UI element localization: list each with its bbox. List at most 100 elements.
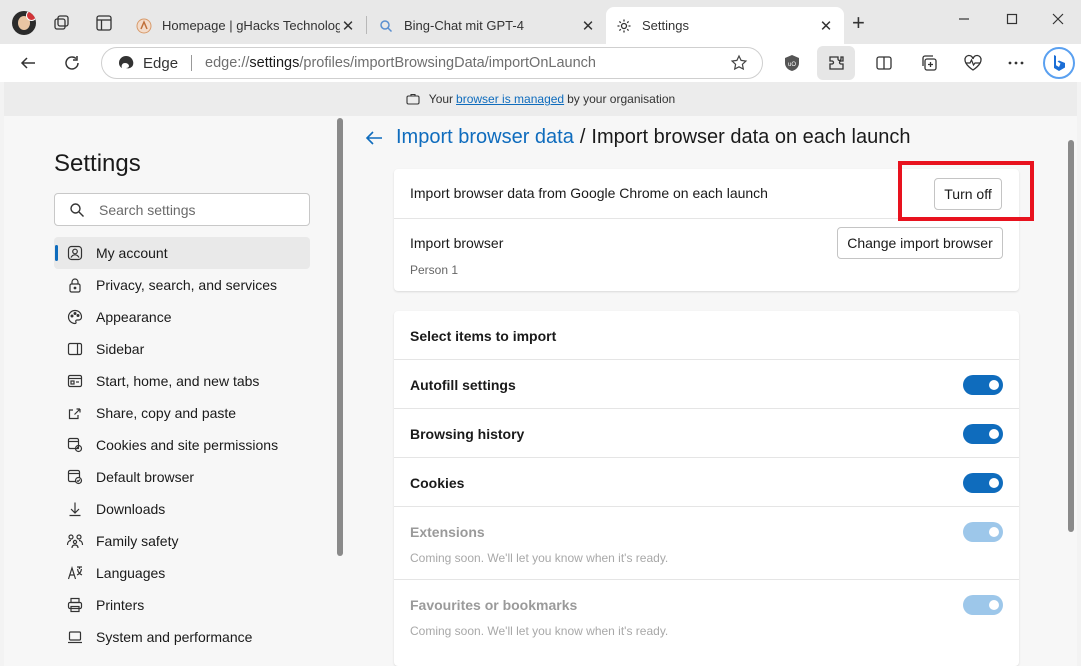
sidebar-item-label: Printers <box>96 597 145 613</box>
minimize-icon[interactable] <box>953 8 975 30</box>
sidebar-item-label: Share, copy and paste <box>96 405 237 421</box>
tab-bing-chat[interactable]: Bing-Chat mit GPT-4 ✕ <box>368 7 606 44</box>
sidebar-scroll-thumb[interactable] <box>337 118 343 556</box>
sidebar-item-label: Appearance <box>96 309 172 325</box>
printer-icon <box>66 596 84 614</box>
account-icon <box>66 244 84 262</box>
highlight-annotation <box>898 161 1034 221</box>
sidebar-item-label: Downloads <box>96 501 166 517</box>
managed-text-after: by your organisation <box>567 92 676 106</box>
briefcase-icon <box>406 93 420 105</box>
sidebar-item-family-safety[interactable]: Family safety <box>54 525 310 557</box>
import-item-label: Extensions <box>410 524 485 540</box>
cookies-icon <box>66 436 84 454</box>
edge-label: Edge <box>143 54 179 72</box>
browsing-history-toggle[interactable] <box>963 424 1003 444</box>
import-item-label: Autofill settings <box>410 377 516 393</box>
settings-main: Import browser data / Import browser dat… <box>344 116 1077 666</box>
split-screen-icon[interactable] <box>874 53 894 73</box>
import-item-label: Browsing history <box>410 426 525 442</box>
edge-badge: Edge <box>118 55 178 72</box>
page-title: Settings <box>54 150 141 177</box>
sidebar-item-label: Privacy, search, and services <box>96 277 278 293</box>
select-items-title: Select items to import <box>410 328 557 344</box>
bing-logo-icon <box>1054 55 1065 71</box>
refresh-icon[interactable] <box>61 52 83 74</box>
import-item-label: Cookies <box>410 475 465 491</box>
tab-close-icon[interactable]: ✕ <box>340 17 356 35</box>
import-browser-value: Person 1 <box>410 263 459 277</box>
maximize-icon[interactable] <box>1001 8 1023 30</box>
browser-icon <box>66 468 84 486</box>
autofill-toggle[interactable] <box>963 375 1003 395</box>
tab-ghacks[interactable]: Homepage | gHacks Technology News ✕ <box>126 7 366 44</box>
tab-settings[interactable]: Settings ✕ <box>606 7 844 44</box>
import-browser-row: Import browser Person 1 Change import br… <box>394 219 1019 291</box>
sidebar-item-my-account[interactable]: My account <box>54 237 310 269</box>
download-icon <box>66 500 84 518</box>
managed-text-before: Your <box>428 92 454 106</box>
collections-icon[interactable] <box>919 53 939 73</box>
import-on-launch-label: Import browser data from Google Chrome o… <box>410 185 768 201</box>
search-settings-box[interactable] <box>54 193 310 226</box>
import-item-row: Autofill settings <box>394 360 1019 409</box>
ublock-shield-icon[interactable]: uO <box>782 53 802 73</box>
sidebar-item-start-home[interactable]: Start, home, and new tabs <box>54 365 310 397</box>
tab-close-icon[interactable]: ✕ <box>580 17 596 35</box>
url-scheme: edge:// <box>205 55 250 71</box>
languages-icon <box>66 564 84 582</box>
select-items-card: Select items to import Autofill settings… <box>394 311 1019 666</box>
sidebar-scrollbar[interactable] <box>336 116 344 666</box>
tab-close-icon[interactable]: ✕ <box>818 17 834 35</box>
sidebar-item-label: Languages <box>96 565 166 581</box>
search-input[interactable] <box>99 201 299 218</box>
browser-managed-link[interactable]: browser is managed <box>456 92 564 106</box>
back-arrow-icon[interactable] <box>364 128 384 148</box>
performance-heart-icon[interactable] <box>963 53 983 73</box>
sidebar-item-label: System and performance <box>96 629 253 645</box>
svg-text:uO: uO <box>788 62 796 68</box>
profile-avatar[interactable] <box>12 11 36 35</box>
sidebar-item-label: Start, home, and new tabs <box>96 373 260 389</box>
workspaces-icon[interactable] <box>53 14 71 32</box>
main-scrollbar-thumb[interactable] <box>1068 140 1074 532</box>
extensions-icon[interactable] <box>826 53 846 73</box>
more-options-icon[interactable] <box>1006 53 1026 73</box>
browser-toolbar: Edge edge://settings/profiles/importBrow… <box>0 44 1081 82</box>
import-browser-label: Import browser <box>410 235 504 251</box>
sidebar-item-label: Family safety <box>96 533 179 549</box>
lock-icon <box>66 276 84 294</box>
bing-chat-button[interactable] <box>1043 47 1075 79</box>
sidebar-item-privacy[interactable]: Privacy, search, and services <box>54 269 310 301</box>
sidebar-item-languages[interactable]: Languages <box>54 557 310 589</box>
import-item-row: Favourites or bookmarks Coming soon. We'… <box>394 580 1019 653</box>
sidebar-item-cookies[interactable]: Cookies and site permissions <box>54 429 310 461</box>
cookies-toggle[interactable] <box>963 473 1003 493</box>
url-text[interactable]: edge://settings/profiles/importBrowsingD… <box>205 55 596 71</box>
edge-logo-icon <box>119 55 134 69</box>
address-bar[interactable]: Edge edge://settings/profiles/importBrow… <box>101 47 763 79</box>
sidebar-item-default-browser[interactable]: Default browser <box>54 461 310 493</box>
new-tab-button[interactable]: + <box>852 12 865 34</box>
tab-title: Bing-Chat mit GPT-4 <box>404 18 524 33</box>
breadcrumb-link-import-data[interactable]: Import browser data <box>396 126 574 149</box>
change-import-browser-button[interactable]: Change import browser <box>837 227 1003 259</box>
gear-icon <box>616 18 632 34</box>
sidebar-item-printers[interactable]: Printers <box>54 589 310 621</box>
palette-icon <box>66 308 84 326</box>
breadcrumb: Import browser data / Import browser dat… <box>364 126 911 149</box>
sidebar-item-label: Default browser <box>96 469 195 485</box>
sidebar-item-system[interactable]: System and performance <box>54 621 310 653</box>
sidebar-item-share[interactable]: Share, copy and paste <box>54 397 310 429</box>
vertical-tabs-icon[interactable] <box>95 14 113 32</box>
close-window-icon[interactable] <box>1047 8 1069 30</box>
sidebar-item-appearance[interactable]: Appearance <box>54 301 310 333</box>
sidebar-item-downloads[interactable]: Downloads <box>54 493 310 525</box>
search-icon <box>378 18 394 34</box>
address-divider <box>191 55 193 71</box>
select-items-header: Select items to import <box>394 311 1019 360</box>
favorite-star-icon[interactable] <box>730 54 748 72</box>
favourites-toggle <box>963 595 1003 615</box>
sidebar-item-sidebar[interactable]: Sidebar <box>54 333 310 365</box>
back-icon[interactable] <box>17 52 39 74</box>
